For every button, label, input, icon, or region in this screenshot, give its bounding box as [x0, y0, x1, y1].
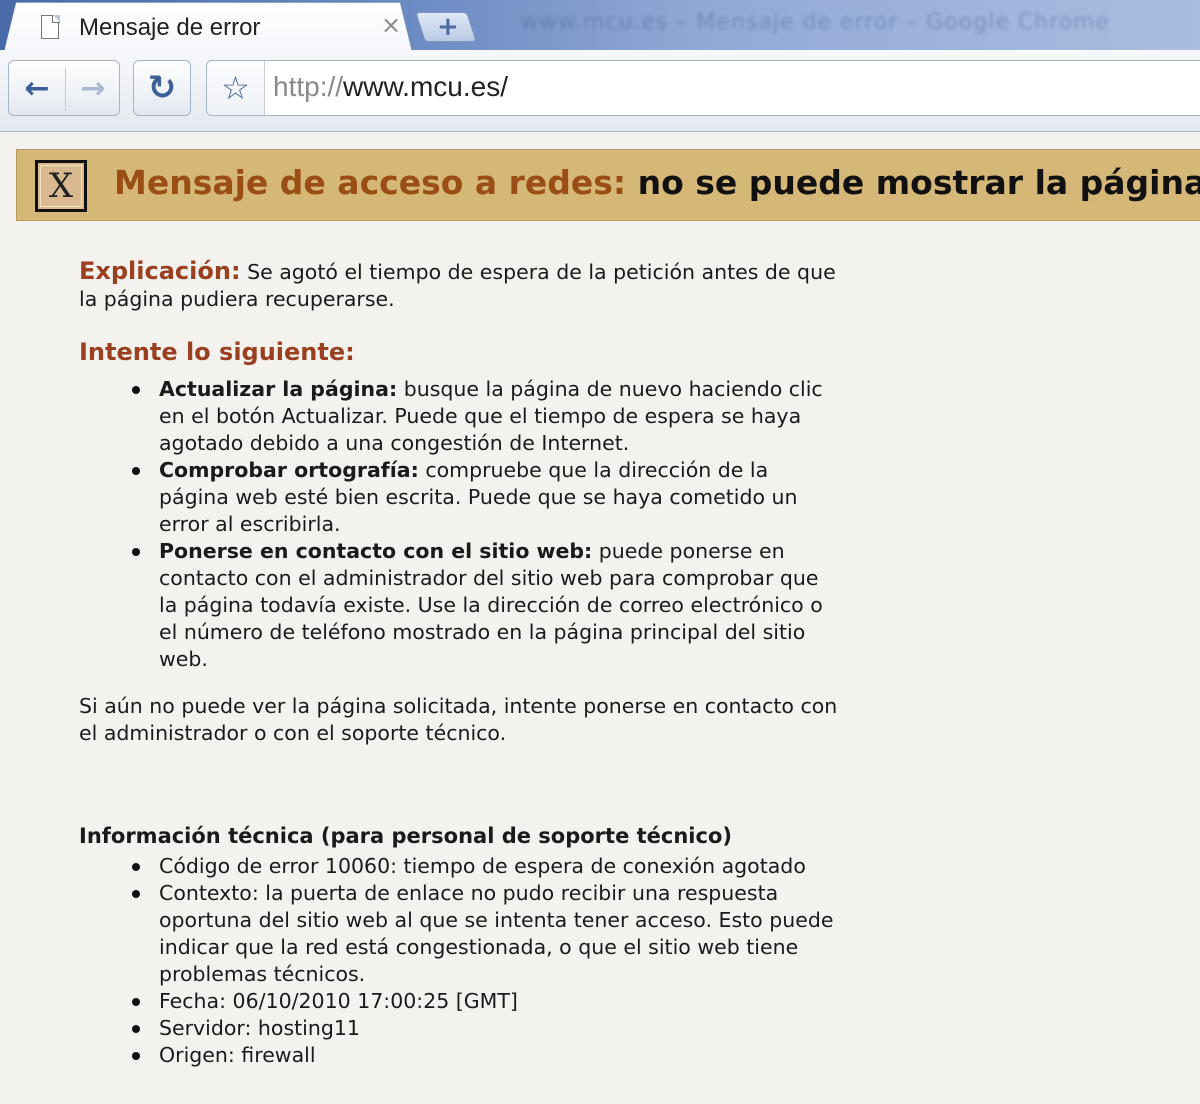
- suggestion-title: Actualizar la página:: [159, 377, 398, 401]
- error-x-icon: X: [35, 160, 87, 212]
- address-bar[interactable]: ☆ http://www.mcu.es/: [206, 60, 1200, 116]
- nav-divider: [65, 67, 66, 111]
- nav-buttons: ← →: [8, 60, 120, 116]
- suggestion-title: Comprobar ortografía:: [159, 458, 419, 482]
- try-heading: Intente lo siguiente:: [79, 338, 355, 366]
- list-item: Código de error 10060: tiempo de espera …: [132, 853, 839, 880]
- error-content: Explicación: Se agotó el tiempo de esper…: [79, 258, 839, 1069]
- reload-icon: ↻: [147, 68, 177, 108]
- list-item: Origen: firewall: [132, 1042, 839, 1069]
- url-scheme: http://: [273, 71, 344, 102]
- list-item: Servidor: hosting11: [132, 1015, 839, 1042]
- browser-toolbar: ← → ↻ ☆ http://www.mcu.es/: [0, 50, 1200, 132]
- url-text[interactable]: http://www.mcu.es/: [273, 71, 508, 103]
- list-item: Comprobar ortografía: compruebe que la d…: [132, 457, 839, 538]
- background-window-title: www.mcu.es – Mensaje de error – Google C…: [520, 10, 1111, 35]
- suggestion-title: Ponerse en contacto con el sitio web:: [159, 539, 593, 563]
- forward-arrow-icon[interactable]: →: [75, 71, 111, 107]
- error-banner: X Mensaje de acceso a redes: no se puede…: [16, 149, 1200, 221]
- title-prefix: Mensaje de acceso a redes:: [114, 163, 627, 202]
- list-item: Ponerse en contacto con el sitio web: pu…: [132, 538, 839, 673]
- tech-heading: Información técnica (para personal de so…: [79, 824, 732, 848]
- plus-icon: +: [437, 12, 459, 42]
- tab-title: Mensaje de error: [79, 14, 261, 41]
- reload-button[interactable]: ↻: [133, 60, 191, 116]
- tab-active[interactable]: Mensaje de error ×: [4, 2, 412, 52]
- suggestions-list: Actualizar la página: busque la página d…: [132, 376, 839, 673]
- tab-close-icon[interactable]: ×: [381, 13, 401, 37]
- star-icon[interactable]: ☆: [207, 61, 265, 115]
- list-item: Fecha: 06/10/2010 17:00:25 [GMT]: [132, 988, 839, 1015]
- explanation-label: Explicación:: [79, 257, 241, 285]
- tech-info-list: Código de error 10060: tiempo de espera …: [132, 853, 839, 1069]
- closing-text: Si aún no puede ver la página solicitada…: [79, 694, 838, 745]
- page-title: Mensaje de acceso a redes: no se puede m…: [114, 163, 1200, 202]
- back-arrow-icon[interactable]: ←: [19, 71, 55, 107]
- list-item: Contexto: la puerta de enlace no pudo re…: [132, 880, 839, 988]
- list-item: Actualizar la página: busque la página d…: [132, 376, 839, 457]
- title-suffix: no se puede mostrar la página: [637, 163, 1200, 202]
- page-icon: [41, 14, 60, 39]
- url-host: www.mcu.es/: [343, 71, 508, 102]
- new-tab-button[interactable]: +: [415, 12, 477, 42]
- explanation: Explicación: Se agotó el tiempo de esper…: [79, 258, 839, 313]
